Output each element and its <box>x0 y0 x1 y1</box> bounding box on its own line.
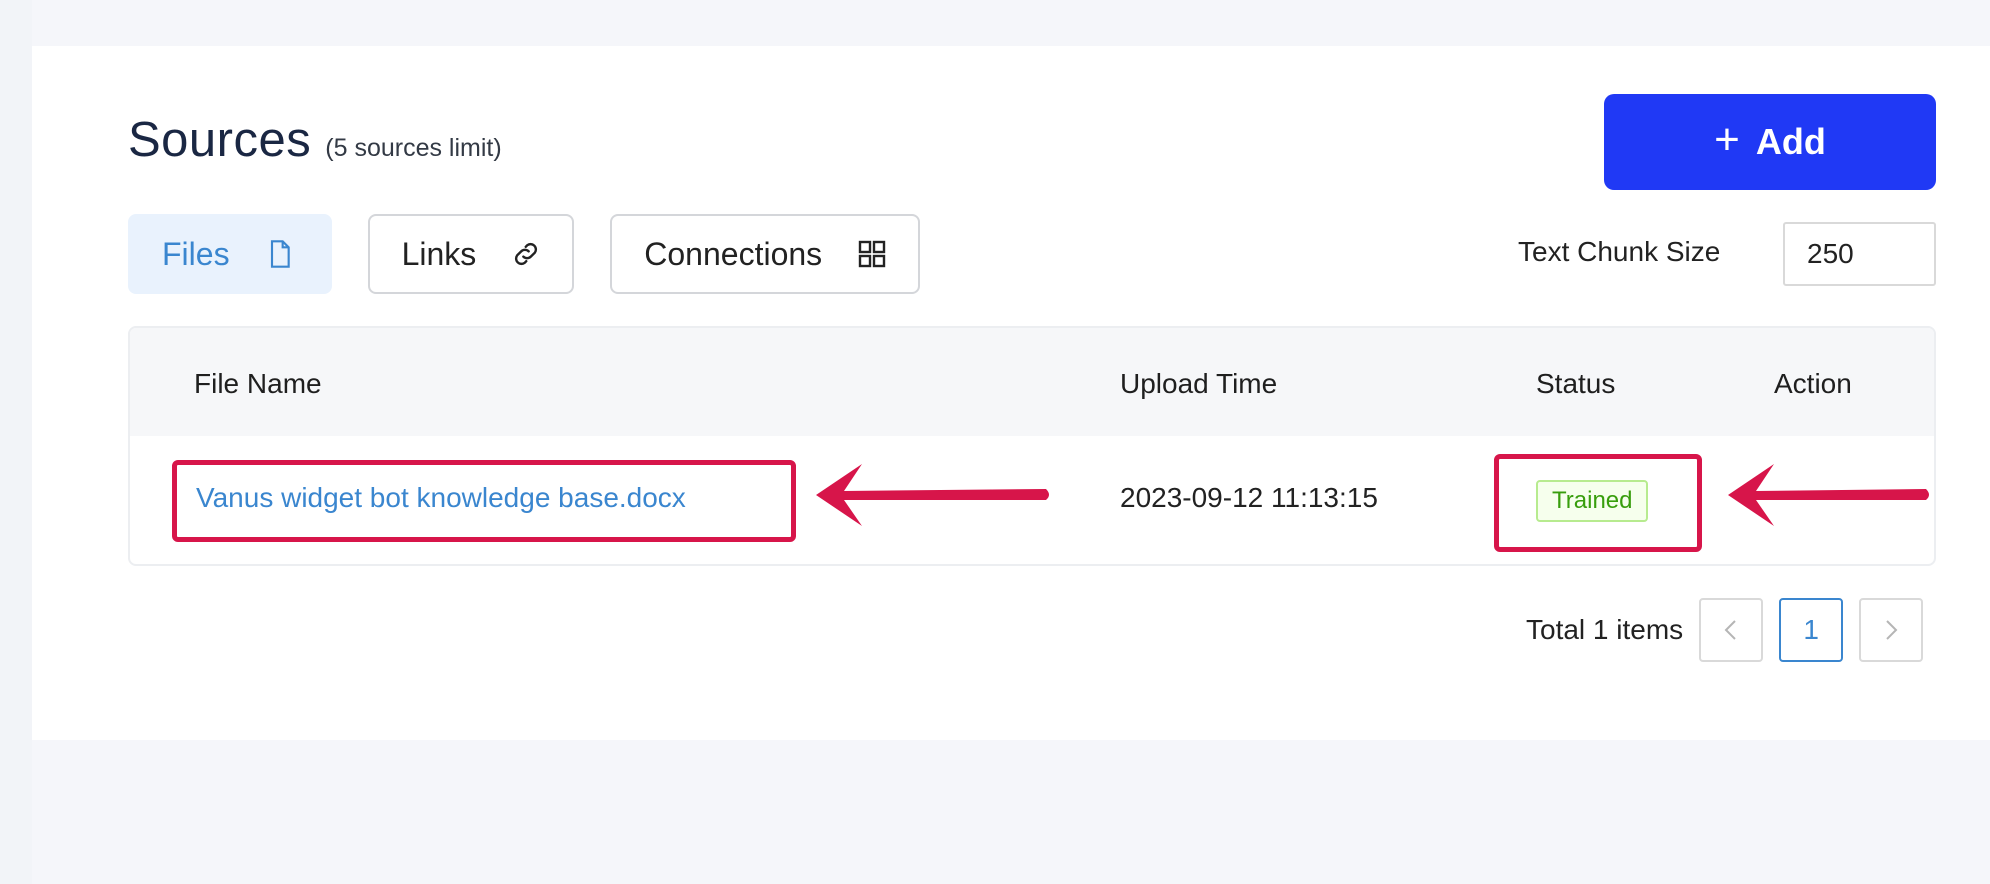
tab-files-label: Files <box>162 235 230 272</box>
left-sidebar-edge <box>0 0 32 884</box>
plus-icon: + <box>1714 115 1740 164</box>
chevron-left-icon <box>1724 620 1736 640</box>
next-page-button[interactable] <box>1859 598 1924 662</box>
page-title: Sources <box>128 113 312 167</box>
file-icon <box>270 240 290 268</box>
chevron-right-icon <box>1886 620 1898 640</box>
pagination: Total 1 items 1 <box>1526 598 1924 662</box>
annotation-arrow-file <box>816 464 1049 526</box>
tab-connections-label: Connections <box>644 235 823 272</box>
column-header-upload-time: Upload Time <box>1120 368 1278 399</box>
tab-links[interactable]: Links <box>367 214 575 294</box>
column-header-status: Status <box>1536 368 1616 399</box>
tab-connections[interactable]: Connections <box>610 214 921 294</box>
column-header-file-name: File Name <box>194 368 322 399</box>
page-button-current[interactable]: 1 <box>1779 598 1844 662</box>
page-header: Sources (5 sources limit) <box>128 112 502 168</box>
link-icon <box>515 242 538 266</box>
total-items-text: Total 1 items <box>1526 614 1684 645</box>
prev-page-button[interactable] <box>1699 598 1764 662</box>
source-type-tabs: Files Links Connections <box>128 214 921 294</box>
text-chunk-size-label: Text Chunk Size <box>1518 236 1721 267</box>
table-header: File Name Upload Time Status Action <box>130 328 1934 436</box>
tab-links-label: Links <box>401 235 477 272</box>
grid-icon <box>858 240 886 268</box>
status-highlight-box <box>1494 454 1702 552</box>
text-chunk-size-input[interactable] <box>1783 222 1936 286</box>
annotation-arrow-status <box>1728 464 1929 526</box>
file-name-highlight-box <box>172 460 796 542</box>
column-header-action: Action <box>1774 368 1852 399</box>
upload-time: 2023-09-12 11:13:15 <box>1120 482 1378 513</box>
tab-files[interactable]: Files <box>128 214 332 294</box>
add-button-label: Add <box>1755 121 1826 162</box>
add-source-button[interactable]: + Add <box>1604 94 1936 190</box>
sources-limit-note: (5 sources limit) <box>325 134 502 162</box>
